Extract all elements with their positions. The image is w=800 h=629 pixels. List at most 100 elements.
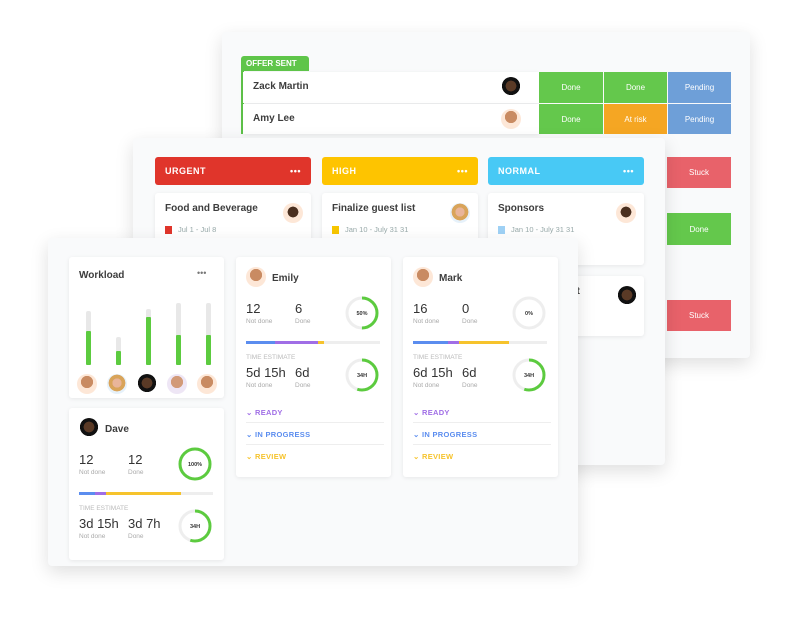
more-icon[interactable]: ••• (623, 166, 634, 176)
done-label: Done (128, 469, 144, 476)
table-row[interactable]: Zack Martin (243, 72, 539, 103)
avatar (501, 77, 521, 97)
progress-segment (95, 492, 106, 495)
avatar (617, 286, 637, 306)
column-header-urgent[interactable]: URGENT ••• (155, 157, 311, 185)
avatar (246, 267, 266, 287)
task-title: Food and Beverage (165, 203, 258, 214)
section-in-progress[interactable]: ⌄ IN PROGRESS (413, 430, 477, 439)
column-label: NORMAL (498, 166, 541, 176)
status-cell[interactable]: Done (667, 213, 731, 245)
task-card[interactable]: Food and Beverage Jul 1 - Jul 8 (155, 193, 311, 243)
section-label: READY (421, 408, 450, 417)
progress-segment (318, 341, 324, 344)
section-label: READY (254, 408, 283, 417)
workload-bar (176, 335, 181, 365)
not-done-count: 12 (246, 301, 261, 316)
not-done-label: Not done (79, 469, 106, 476)
time-done: 6d (462, 365, 477, 380)
avatar (283, 203, 303, 223)
more-icon[interactable]: ••• (197, 268, 206, 278)
person-card-dave[interactable]: Dave 12 Not done 12 Done 100% TIME ESTIM… (69, 408, 224, 560)
workload-title: Workload (79, 270, 125, 281)
status-cell[interactable]: Done (604, 72, 667, 103)
ring-label: 0% (525, 311, 533, 317)
section-ready[interactable]: ⌄ READY (246, 408, 283, 417)
status-cell[interactable]: At risk (604, 104, 667, 134)
workload-panel: Workload ••• Emily 12 Not done 6 Done 50… (48, 238, 578, 566)
workload-card: Workload ••• (69, 257, 224, 398)
status-cell[interactable]: Done (539, 104, 603, 134)
avatar (616, 203, 636, 223)
ring-label: 50% (356, 311, 367, 317)
flag-icon (165, 226, 172, 235)
done-count: 0 (462, 301, 470, 316)
not-done-label: Not done (413, 318, 440, 325)
column-header-high[interactable]: HIGH ••• (322, 157, 478, 185)
status-cell[interactable]: Stuck (667, 157, 731, 188)
section-label: IN PROGRESS (421, 430, 478, 439)
table-row[interactable]: Amy Lee (243, 104, 539, 134)
candidate-name: Zack Martin (253, 81, 309, 92)
chevron-down-icon: ⌄ (413, 430, 420, 439)
time-estimate-label: TIME ESTIMATE (413, 354, 463, 361)
ring-label: 100% (188, 462, 202, 468)
person-name: Mark (439, 273, 463, 284)
date-text: Jul 1 - Jul 8 (178, 225, 217, 234)
progress-ring: 34H (512, 358, 546, 392)
avatar (137, 374, 157, 394)
date-text: Jan 10 - July 31 31 (511, 225, 575, 234)
time-not-done: 6d 15h (413, 365, 453, 380)
status-cell[interactable]: Stuck (667, 300, 731, 331)
candidate-name: Amy Lee (253, 113, 295, 124)
progress-segment (447, 341, 459, 344)
section-review[interactable]: ⌄ REVIEW (413, 452, 453, 461)
avatar (450, 203, 470, 223)
date-text: Jan 10 - July 31 31 (345, 225, 409, 234)
progress-ring: 34H (178, 509, 212, 543)
done-count: 12 (128, 452, 143, 467)
status-cell[interactable]: Pending (668, 72, 731, 103)
progress-ring: 100% (178, 447, 212, 481)
flag-icon (332, 226, 339, 235)
chevron-down-icon: ⌄ (413, 408, 420, 417)
more-icon[interactable]: ••• (457, 166, 468, 176)
progress-ring: 0% (512, 296, 546, 330)
time-not-done: 3d 15h (79, 516, 119, 531)
status-cell[interactable]: Done (539, 72, 603, 103)
section-label: REVIEW (421, 452, 454, 461)
column-header-normal[interactable]: NORMAL ••• (488, 157, 644, 185)
ring-label: 34H (190, 524, 200, 530)
column-label: URGENT (165, 166, 206, 176)
not-done-count: 12 (79, 452, 94, 467)
section-in-progress[interactable]: ⌄ IN PROGRESS (246, 430, 310, 439)
progress-ring: 50% (345, 296, 379, 330)
chevron-down-icon: ⌄ (246, 430, 253, 439)
done-label: Done (462, 318, 478, 325)
not-done-label: Not done (79, 533, 106, 540)
done-label: Done (295, 382, 311, 389)
section-review[interactable]: ⌄ REVIEW (246, 452, 286, 461)
section-label: REVIEW (254, 452, 287, 461)
avatar (77, 374, 97, 394)
time-estimate-label: TIME ESTIMATE (79, 505, 129, 512)
workload-bar (146, 316, 151, 365)
task-card[interactable]: Finalize guest list Jan 10 - July 31 31 (322, 193, 478, 243)
chevron-down-icon: ⌄ (413, 452, 420, 461)
time-done: 3d 7h (128, 516, 161, 531)
workload-bar (116, 350, 121, 365)
person-card-emily[interactable]: Emily 12 Not done 6 Done 50% TIME ESTIMA… (236, 257, 391, 477)
section-ready[interactable]: ⌄ READY (413, 408, 450, 417)
chevron-down-icon: ⌄ (246, 408, 253, 417)
not-done-count: 16 (413, 301, 428, 316)
person-card-mark[interactable]: Mark 16 Not done 0 Done 0% TIME ESTIMATE… (403, 257, 558, 477)
task-title: Finalize guest list (332, 203, 416, 214)
task-date: Jan 10 - July 31 31 (498, 225, 575, 235)
column-label: HIGH (332, 166, 357, 176)
person-name: Dave (105, 424, 129, 435)
more-icon[interactable]: ••• (290, 166, 301, 176)
status-cell[interactable]: Pending (668, 104, 731, 134)
ring-label: 34H (357, 373, 367, 379)
task-date: Jul 1 - Jul 8 (165, 225, 217, 235)
workload-bar (206, 335, 211, 365)
